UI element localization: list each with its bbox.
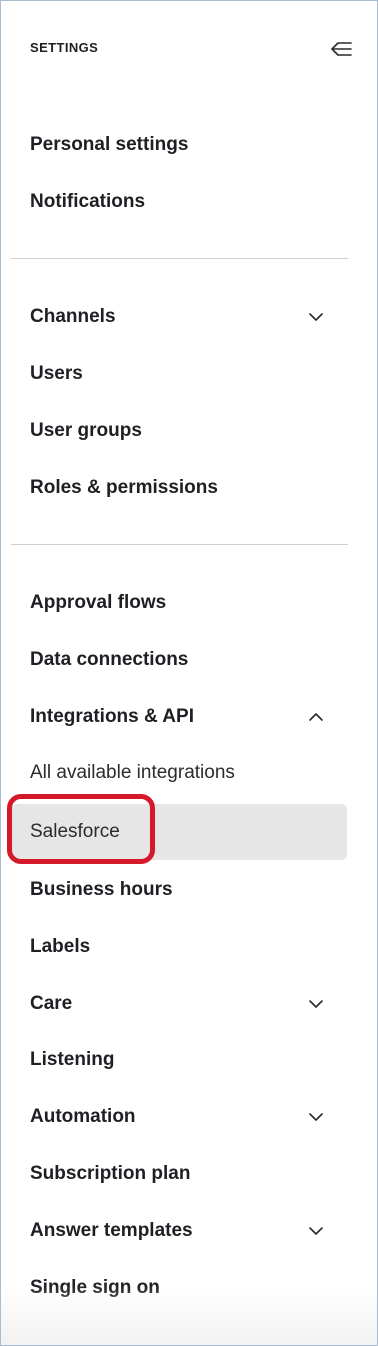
menu-item-user-groups[interactable]: User groups (1, 409, 377, 453)
menu-item-label: Roles & permissions (30, 477, 218, 498)
menu-item-label: Users (30, 363, 83, 384)
menu-item-label: Business hours (30, 879, 173, 900)
submenu-item-all-available-integrations[interactable]: All available integrations (1, 751, 377, 795)
menu-item-notifications[interactable]: Notifications (1, 180, 377, 224)
settings-sidebar: SETTINGS Personal settings Notifications… (0, 0, 378, 1346)
menu-item-label: Labels (30, 936, 91, 957)
menu-item-label: Channels (30, 306, 116, 327)
collapse-sidebar-icon[interactable] (329, 37, 353, 61)
menu-item-listening[interactable]: Listening (1, 1038, 377, 1082)
menu-item-users[interactable]: Users (1, 352, 377, 396)
menu-item-label: Data connections (30, 649, 189, 670)
menu-item-business-hours[interactable]: Business hours (1, 868, 377, 912)
menu-item-approval-flows[interactable]: Approval flows (1, 581, 377, 625)
menu-item-label: Subscription plan (30, 1163, 191, 1184)
chevron-down-icon (309, 1000, 323, 1008)
menu-item-labels[interactable]: Labels (1, 925, 377, 969)
menu-item-subscription-plan[interactable]: Subscription plan (1, 1152, 377, 1196)
chevron-down-icon (309, 1227, 323, 1235)
menu-item-label: Answer templates (30, 1220, 193, 1241)
menu-item-care[interactable]: Care (1, 982, 377, 1026)
menu-item-label: Care (30, 993, 73, 1014)
menu-item-answer-templates[interactable]: Answer templates (1, 1209, 377, 1253)
menu-item-personal-settings[interactable]: Personal settings (1, 123, 377, 167)
divider (11, 544, 348, 545)
chevron-down-icon (309, 1113, 323, 1121)
menu-item-label: Automation (30, 1106, 136, 1127)
menu-item-automation[interactable]: Automation (1, 1095, 377, 1139)
menu-item-label: Integrations & API (30, 706, 194, 727)
sidebar-header: SETTINGS (1, 1, 377, 97)
menu-item-channels[interactable]: Channels (1, 295, 377, 339)
menu-item-label: User groups (30, 420, 142, 441)
chevron-up-icon (309, 713, 323, 721)
menu-item-integrations-api[interactable]: Integrations & API (1, 695, 377, 739)
menu-item-label: Notifications (30, 191, 146, 212)
submenu-item-label: Salesforce (30, 821, 120, 842)
menu-item-label: Single sign on (30, 1277, 160, 1298)
divider (11, 258, 348, 259)
menu-item-label: Approval flows (30, 592, 167, 613)
menu-item-label: Personal settings (30, 134, 189, 155)
sidebar-title: SETTINGS (30, 40, 99, 55)
menu-item-single-sign-on[interactable]: Single sign on (1, 1266, 377, 1310)
submenu-item-label: All available integrations (30, 762, 235, 783)
menu-item-roles-permissions[interactable]: Roles & permissions (1, 466, 377, 510)
submenu-item-salesforce[interactable]: Salesforce (1, 804, 377, 860)
chevron-down-icon (309, 313, 323, 321)
menu-item-data-connections[interactable]: Data connections (1, 638, 377, 682)
menu-item-label: Listening (30, 1049, 115, 1070)
